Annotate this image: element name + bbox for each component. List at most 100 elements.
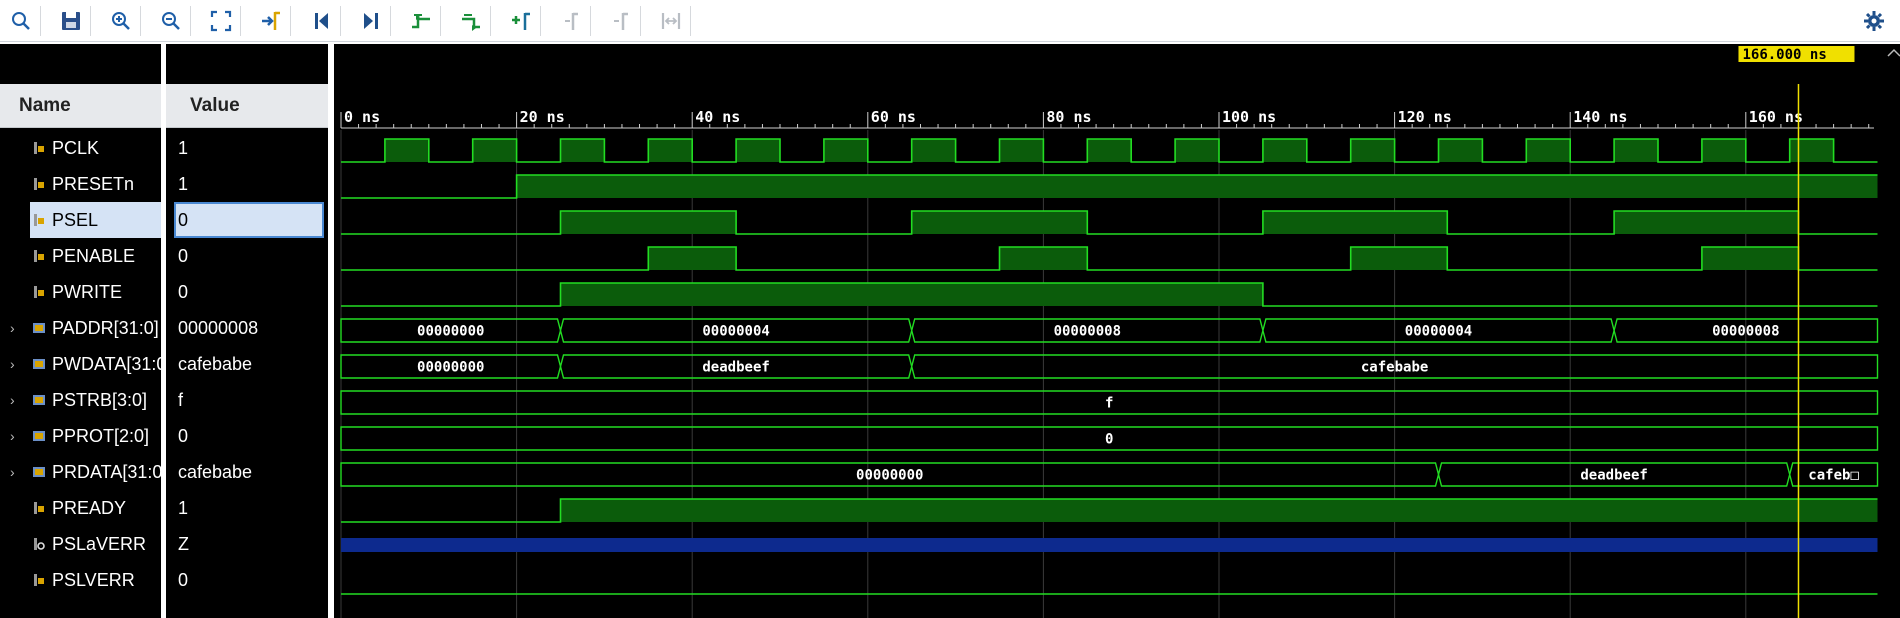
next-transition-button[interactable] xyxy=(457,7,485,35)
signal-name: PENABLE xyxy=(52,246,136,266)
signal-name: PRESETn xyxy=(52,174,135,194)
next-transition-icon xyxy=(462,14,480,31)
signal-name-row[interactable]: › PADDR[31:0] xyxy=(0,310,161,346)
signal-name-row[interactable]: PWRITE xyxy=(0,274,161,310)
signal-name-row[interactable]: › PWDATA[31:0] xyxy=(0,346,161,382)
signal-name-row[interactable]: › PRDATA[31:0] xyxy=(0,454,161,490)
bus-signal-icon xyxy=(33,467,45,477)
go-to-cursor-icon xyxy=(262,11,280,30)
next-marker-icon xyxy=(614,12,628,30)
previous-marker-button[interactable] xyxy=(557,7,585,35)
signal-name-row[interactable]: PSLVERR xyxy=(0,562,161,598)
signal-name-row[interactable]: PSEL xyxy=(30,202,161,238)
name-column-header[interactable]: Name xyxy=(0,84,161,128)
clock-high-pulse xyxy=(1701,139,1746,162)
expand-arrow-icon[interactable]: › xyxy=(10,310,15,346)
settings-button[interactable] xyxy=(1860,7,1888,35)
bit-signal-icon xyxy=(34,178,44,190)
save-icon xyxy=(62,12,80,30)
toolbar-separator xyxy=(440,6,441,36)
previous-marker-icon xyxy=(565,12,578,30)
toolbar-separator xyxy=(540,6,541,36)
signal-value[interactable]: 0 xyxy=(174,238,324,274)
signal-name: PWDATA[31:0] xyxy=(52,354,161,374)
signal-value[interactable]: 1 xyxy=(174,490,324,526)
bus-value-label: 00000000 xyxy=(417,360,484,376)
go-to-start-button[interactable] xyxy=(307,7,335,35)
clock-high-pulse xyxy=(823,139,868,162)
bus-value-label: cafeb□ xyxy=(1808,468,1859,484)
bit-waveform[interactable] xyxy=(341,246,1878,271)
waveform-toolbar xyxy=(0,0,1900,42)
expand-arrow-icon[interactable]: › xyxy=(10,346,15,382)
zoom-fit-button[interactable] xyxy=(207,7,235,35)
clock-high-pulse xyxy=(1438,139,1483,162)
bus-value-label: 00000000 xyxy=(856,468,923,484)
output-signal-icon xyxy=(34,538,45,550)
signal-value[interactable]: f xyxy=(174,382,324,418)
search-button[interactable] xyxy=(7,7,35,35)
timeline-tick-label: 160 ns xyxy=(1749,108,1803,126)
timeline-tick-label: 20 ns xyxy=(520,108,565,126)
signal-value[interactable]: cafebabe xyxy=(174,346,324,382)
value-column: Value 1 1 0 0 0 00000008 cafebabe f 0 cafebabe 1 Z 0 xyxy=(166,44,328,618)
signal-value[interactable]: 00000008 xyxy=(174,310,324,346)
expand-arrow-icon[interactable]: › xyxy=(10,454,15,490)
signal-value[interactable]: 0 xyxy=(174,418,324,454)
bit-signal-icon xyxy=(34,214,44,226)
waveform-canvas[interactable]: 0 ns 20 ns 40 ns 60 ns 80 ns 100 ns 120 ns 140 … xyxy=(334,44,1900,618)
toolbar-separator xyxy=(140,6,141,36)
waveform-viewer: Name PCLK PRESETn PSEL PENABLE PWRITE › PADDR[… xyxy=(0,44,1900,618)
highz-band[interactable] xyxy=(341,538,1878,552)
waveform-panel[interactable]: 0 ns 20 ns 40 ns 60 ns 80 ns 100 ns 120 ns 140 … xyxy=(334,44,1900,618)
signal-high-region xyxy=(1614,211,1799,234)
clock-high-pulse xyxy=(1087,139,1132,162)
go-to-cursor-button[interactable] xyxy=(257,7,285,35)
next-marker-button[interactable] xyxy=(607,7,635,35)
scroll-up-arrow-icon[interactable] xyxy=(1887,48,1900,57)
signal-value[interactable]: 0 xyxy=(174,274,324,310)
zoom-out-button[interactable] xyxy=(157,7,185,35)
name-column: Name PCLK PRESETn PSEL PENABLE PWRITE › PADDR[… xyxy=(0,44,161,618)
toolbar-separator xyxy=(690,6,691,36)
signal-name: PREADY xyxy=(52,498,127,518)
signal-high-region xyxy=(911,211,1088,234)
bit-signal-icon xyxy=(34,142,44,154)
expand-arrow-icon[interactable]: › xyxy=(10,418,15,454)
signal-value[interactable]: 0 xyxy=(174,202,324,238)
signal-name: PSTRB[3:0] xyxy=(52,390,148,410)
go-to-start-icon xyxy=(315,13,328,29)
cursor-time-label: 166.000 ns xyxy=(1742,47,1826,63)
signal-value[interactable]: cafebabe xyxy=(174,454,324,490)
signal-value[interactable]: 0 xyxy=(174,562,324,598)
add-marker-button[interactable] xyxy=(507,7,535,35)
signal-name: PRDATA[31:0] xyxy=(52,462,161,482)
value-column-header[interactable]: Value xyxy=(166,84,328,128)
save-button[interactable] xyxy=(57,7,85,35)
signal-high-region xyxy=(560,283,1263,306)
toolbar-separator xyxy=(390,6,391,36)
go-to-end-button[interactable] xyxy=(357,7,385,35)
expand-arrow-icon[interactable]: › xyxy=(10,382,15,418)
signal-name-row[interactable]: › PSTRB[3:0] xyxy=(0,382,161,418)
signal-name-row[interactable]: PREADY xyxy=(0,490,161,526)
swap-cursors-button[interactable] xyxy=(657,7,685,35)
clock-high-pulse xyxy=(736,139,780,162)
bit-signal-icon xyxy=(34,502,44,514)
signal-value[interactable]: 1 xyxy=(174,166,324,202)
clock-high-pulse xyxy=(1350,139,1395,162)
previous-transition-icon xyxy=(412,14,430,29)
zoom-in-button[interactable] xyxy=(107,7,135,35)
timeline-tick-label: 40 ns xyxy=(695,108,740,126)
timeline-tick-label: 0 ns xyxy=(344,108,380,126)
signal-high-region xyxy=(1350,247,1448,270)
previous-transition-button[interactable] xyxy=(407,7,435,35)
signal-name-row[interactable]: › PPROT[2:0] xyxy=(0,418,161,454)
signal-name-row[interactable]: PENABLE xyxy=(0,238,161,274)
signal-value[interactable]: Z xyxy=(174,526,324,562)
signal-name-row[interactable]: PCLK xyxy=(0,130,161,166)
toolbar-separator xyxy=(290,6,291,36)
signal-name-row[interactable]: PRESETn xyxy=(0,166,161,202)
signal-name-row[interactable]: PSLaVERR xyxy=(0,526,161,562)
signal-value[interactable]: 1 xyxy=(174,130,324,166)
